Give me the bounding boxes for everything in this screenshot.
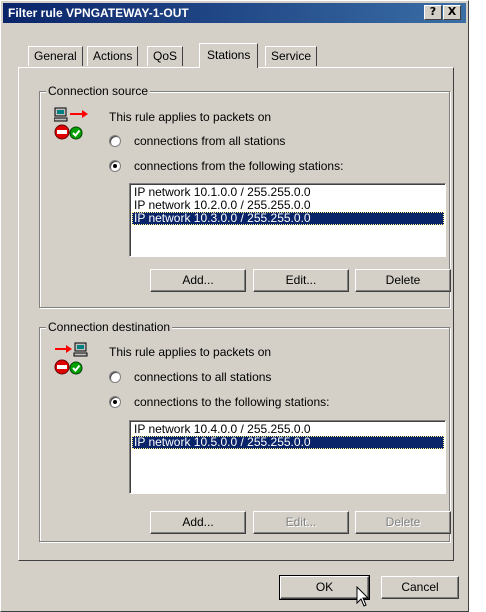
stations-tab-panel: Connection source This rule applies to p… — [18, 67, 454, 561]
source-radio-following-label: connections from the following stations: — [134, 159, 344, 173]
destination-rule-text: This rule applies to packets on — [109, 345, 272, 359]
tab-qos[interactable]: QoS — [147, 46, 184, 66]
destination-radio-following-label: connections to the following stations: — [134, 395, 330, 409]
mouse-cursor-icon — [356, 586, 370, 607]
radio-icon — [109, 160, 121, 172]
source-station-list[interactable]: IP network 10.1.0.0 / 255.255.0.0 IP net… — [129, 183, 446, 257]
close-button[interactable]: X — [443, 5, 461, 20]
destination-station-list[interactable]: IP network 10.4.0.0 / 255.255.0.0 IP net… — [129, 420, 446, 494]
source-add-button[interactable]: Add... — [150, 269, 246, 292]
tab-general[interactable]: General — [28, 46, 83, 66]
list-item[interactable]: IP network 10.5.0.0 / 255.255.0.0 — [132, 436, 444, 449]
window-title: Filter rule VPNGATEWAY-1-OUT — [8, 6, 189, 20]
arrow-in-computer-icon — [55, 342, 88, 357]
source-radio-all-label: connections from all stations — [134, 134, 286, 148]
source-radio-all[interactable]: connections from all stations — [109, 133, 285, 149]
title-bar: Filter rule VPNGATEWAY-1-OUT ? X — [3, 3, 466, 23]
connection-destination-label: Connection destination — [46, 320, 173, 334]
list-item[interactable]: IP network 10.3.0.0 / 255.255.0.0 — [132, 212, 444, 225]
help-button[interactable]: ? — [424, 5, 442, 20]
connection-source-label: Connection source — [46, 84, 151, 98]
radio-icon — [109, 371, 121, 383]
source-radio-following[interactable]: connections from the following stations: — [109, 158, 343, 174]
source-rule-text: This rule applies to packets on — [109, 110, 272, 124]
computer-arrow-out-icon — [54, 107, 88, 122]
destination-add-button[interactable]: Add... — [150, 511, 246, 534]
cancel-button[interactable]: Cancel — [381, 576, 459, 599]
deny-allow-icon — [54, 359, 83, 375]
destination-radio-all[interactable]: connections to all stations — [109, 369, 271, 385]
connection-destination-group: Connection destination This rule applies… — [39, 320, 451, 542]
source-edit-button[interactable]: Edit... — [253, 269, 349, 292]
radio-icon — [109, 135, 121, 147]
tab-actions[interactable]: Actions — [87, 46, 139, 66]
dialog-window: Filter rule VPNGATEWAY-1-OUT ? X General… — [0, 0, 469, 612]
destination-edit-button[interactable]: Edit... — [253, 511, 349, 534]
tab-service[interactable]: Service — [265, 46, 318, 66]
destination-delete-button[interactable]: Delete — [355, 511, 451, 534]
destination-radio-following[interactable]: connections to the following stations: — [109, 394, 329, 410]
source-delete-button[interactable]: Delete — [355, 269, 451, 292]
connection-source-group: Connection source This rule applies to p… — [39, 84, 451, 308]
destination-radio-all-label: connections to all stations — [134, 370, 272, 384]
deny-allow-icon — [54, 124, 83, 140]
radio-icon — [109, 396, 121, 408]
tab-stations[interactable]: Stations — [199, 43, 259, 68]
